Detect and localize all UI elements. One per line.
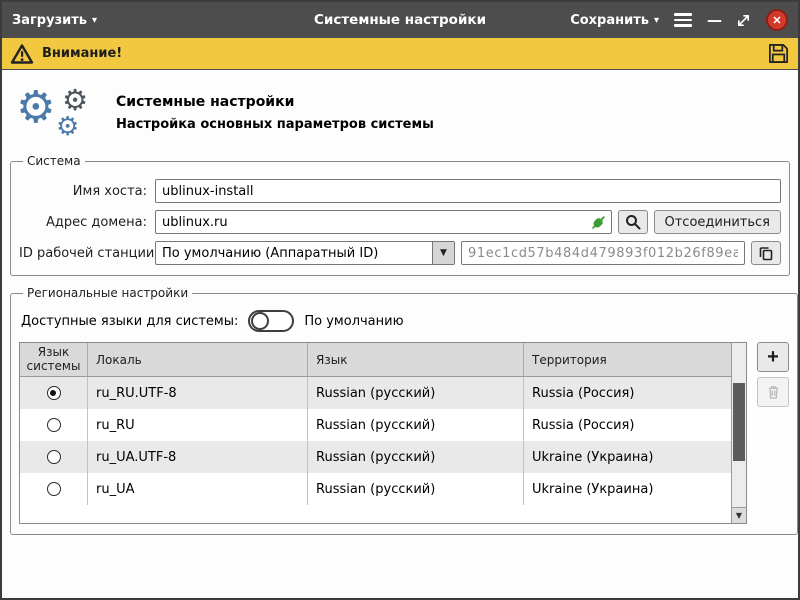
locale-radio[interactable] [47,482,61,496]
territory-cell: Russia (Россия) [524,409,731,441]
language-cell: Russian (русский) [308,473,524,505]
station-id-select[interactable]: По умолчанию (Аппаратный ID) ▼ [155,241,455,265]
regional-group-legend: Региональные настройки [23,286,192,300]
system-group: Система Имя хоста: Адрес домена: [10,154,790,276]
locale-radio[interactable] [47,386,61,400]
scrollbar-thumb[interactable] [733,383,745,461]
table-row[interactable]: ru_UA Russian (русский) Ukraine (Украина… [20,473,731,505]
system-settings-window: Загрузить ▾ Системные настройки Сохранит… [0,0,800,600]
locales-table-body: ru_RU.UTF-8 Russian (русский) Russia (Ро… [20,377,731,505]
domain-input[interactable] [155,210,612,234]
column-header-system-language: Язык системы [20,343,88,376]
window-title: Системные настройки [314,12,486,28]
combo-arrow-icon: ▼ [432,242,454,264]
territory-cell: Ukraine (Украина) [524,441,731,473]
language-cell: Russian (русский) [308,409,524,441]
titlebar: Загрузить ▾ Системные настройки Сохранит… [2,2,798,38]
gear-icon: ⚙ [16,86,55,130]
delete-locale-button[interactable] [757,377,789,407]
connected-plug-icon [590,214,607,231]
languages-label: Доступные языки для системы: [21,314,238,329]
column-header-locale: Локаль [88,343,308,376]
load-button-label: Загрузить [12,13,87,28]
toggle-state-label: По умолчанию [304,314,403,329]
menu-button[interactable] [674,13,692,27]
station-id-value-field[interactable] [461,241,745,265]
territory-cell: Russia (Россия) [524,377,731,409]
locale-cell: ru_UA.UTF-8 [88,441,308,473]
hamburger-icon [674,13,692,27]
warning-bar: Внимание! [2,38,798,70]
locale-radio[interactable] [47,418,61,432]
system-language-cell [20,377,88,409]
locale-cell: ru_UA [88,473,308,505]
save-button-label: Сохранить [570,13,649,28]
locale-cell: ru_RU [88,409,308,441]
table-row[interactable]: ru_RU Russian (русский) Russia (Россия) [20,409,731,441]
language-cell: Russian (русский) [308,441,524,473]
page-subtitle: Настройка основных параметров системы [116,117,434,132]
minimize-icon: — [707,11,721,29]
scroll-down-button[interactable]: ▼ [732,507,746,523]
close-icon: ✕ [772,14,781,27]
station-id-label: ID рабочей станции: [19,246,147,261]
domain-label: Адрес домена: [19,215,147,230]
expand-icon [736,13,751,28]
column-header-territory: Территория [524,343,731,376]
warning-icon [10,43,34,65]
copy-id-button[interactable] [751,241,781,265]
caret-down-icon: ▾ [92,15,97,26]
locale-radio[interactable] [47,450,61,464]
system-group-legend: Система [23,154,85,168]
caret-down-icon: ▾ [654,15,659,26]
search-icon [625,214,641,230]
territory-cell: Ukraine (Украина) [524,473,731,505]
system-language-cell [20,441,88,473]
floppy-save-icon [767,42,790,65]
load-button[interactable]: Загрузить ▾ [12,13,97,28]
system-language-cell [20,409,88,441]
trash-icon [766,384,781,400]
plus-icon: + [767,346,779,369]
maximize-button[interactable] [736,13,751,28]
gear-icon: ⚙ [56,114,79,140]
disconnect-button[interactable]: Отсоединиться [654,210,782,234]
language-cell: Russian (русский) [308,377,524,409]
languages-toggle[interactable] [248,310,294,332]
copy-icon [758,245,774,261]
warning-label: Внимание! [42,46,759,61]
column-header-language: Язык [308,343,524,376]
scroll-down-icon: ▼ [736,511,742,520]
gears-icon: ⚙ ⚙ ⚙ [14,84,102,142]
search-domain-button[interactable] [618,210,648,234]
save-button[interactable]: Сохранить ▾ [570,13,659,28]
minimize-button[interactable]: — [707,11,721,29]
page-title: Системные настройки [116,94,434,110]
page-header: ⚙ ⚙ ⚙ Системные настройки Настройка осно… [8,76,792,154]
regional-group: Региональные настройки Доступные языки д… [10,286,798,535]
add-locale-button[interactable]: + [757,342,789,372]
toggle-knob [251,312,269,330]
main-content: ⚙ ⚙ ⚙ Системные настройки Настройка осно… [2,70,798,598]
table-row[interactable]: ru_RU.UTF-8 Russian (русский) Russia (Ро… [20,377,731,409]
gear-icon: ⚙ [62,86,88,115]
locale-cell: ru_RU.UTF-8 [88,377,308,409]
table-row[interactable]: ru_UA.UTF-8 Russian (русский) Ukraine (У… [20,441,731,473]
quick-save-button[interactable] [767,42,790,65]
hostname-input[interactable] [155,179,781,203]
close-button[interactable]: ✕ [766,9,788,31]
vertical-scrollbar[interactable]: ▼ [731,343,746,523]
system-language-cell [20,473,88,505]
locales-table: Язык системы Локаль Язык Территория ru_R… [19,342,747,524]
hostname-label: Имя хоста: [19,184,147,199]
locales-table-header: Язык системы Локаль Язык Территория [20,343,731,377]
station-id-select-value: По умолчанию (Аппаратный ID) [156,242,432,264]
